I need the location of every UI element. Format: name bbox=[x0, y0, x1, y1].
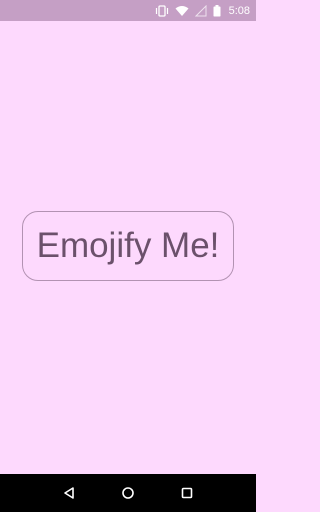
home-icon[interactable] bbox=[113, 478, 143, 508]
emojify-me-button[interactable]: Emojify Me! bbox=[22, 211, 234, 281]
navigation-bar bbox=[0, 474, 256, 512]
vibrate-icon bbox=[155, 4, 169, 17]
recents-icon[interactable] bbox=[172, 478, 202, 508]
wifi-icon bbox=[175, 5, 189, 17]
back-icon[interactable] bbox=[54, 478, 84, 508]
status-time: 5:08 bbox=[228, 4, 250, 17]
status-bar: 5:08 bbox=[0, 0, 256, 21]
battery-icon bbox=[213, 4, 221, 17]
signal-icon bbox=[194, 4, 207, 17]
main-content: Emojify Me! bbox=[0, 21, 256, 474]
